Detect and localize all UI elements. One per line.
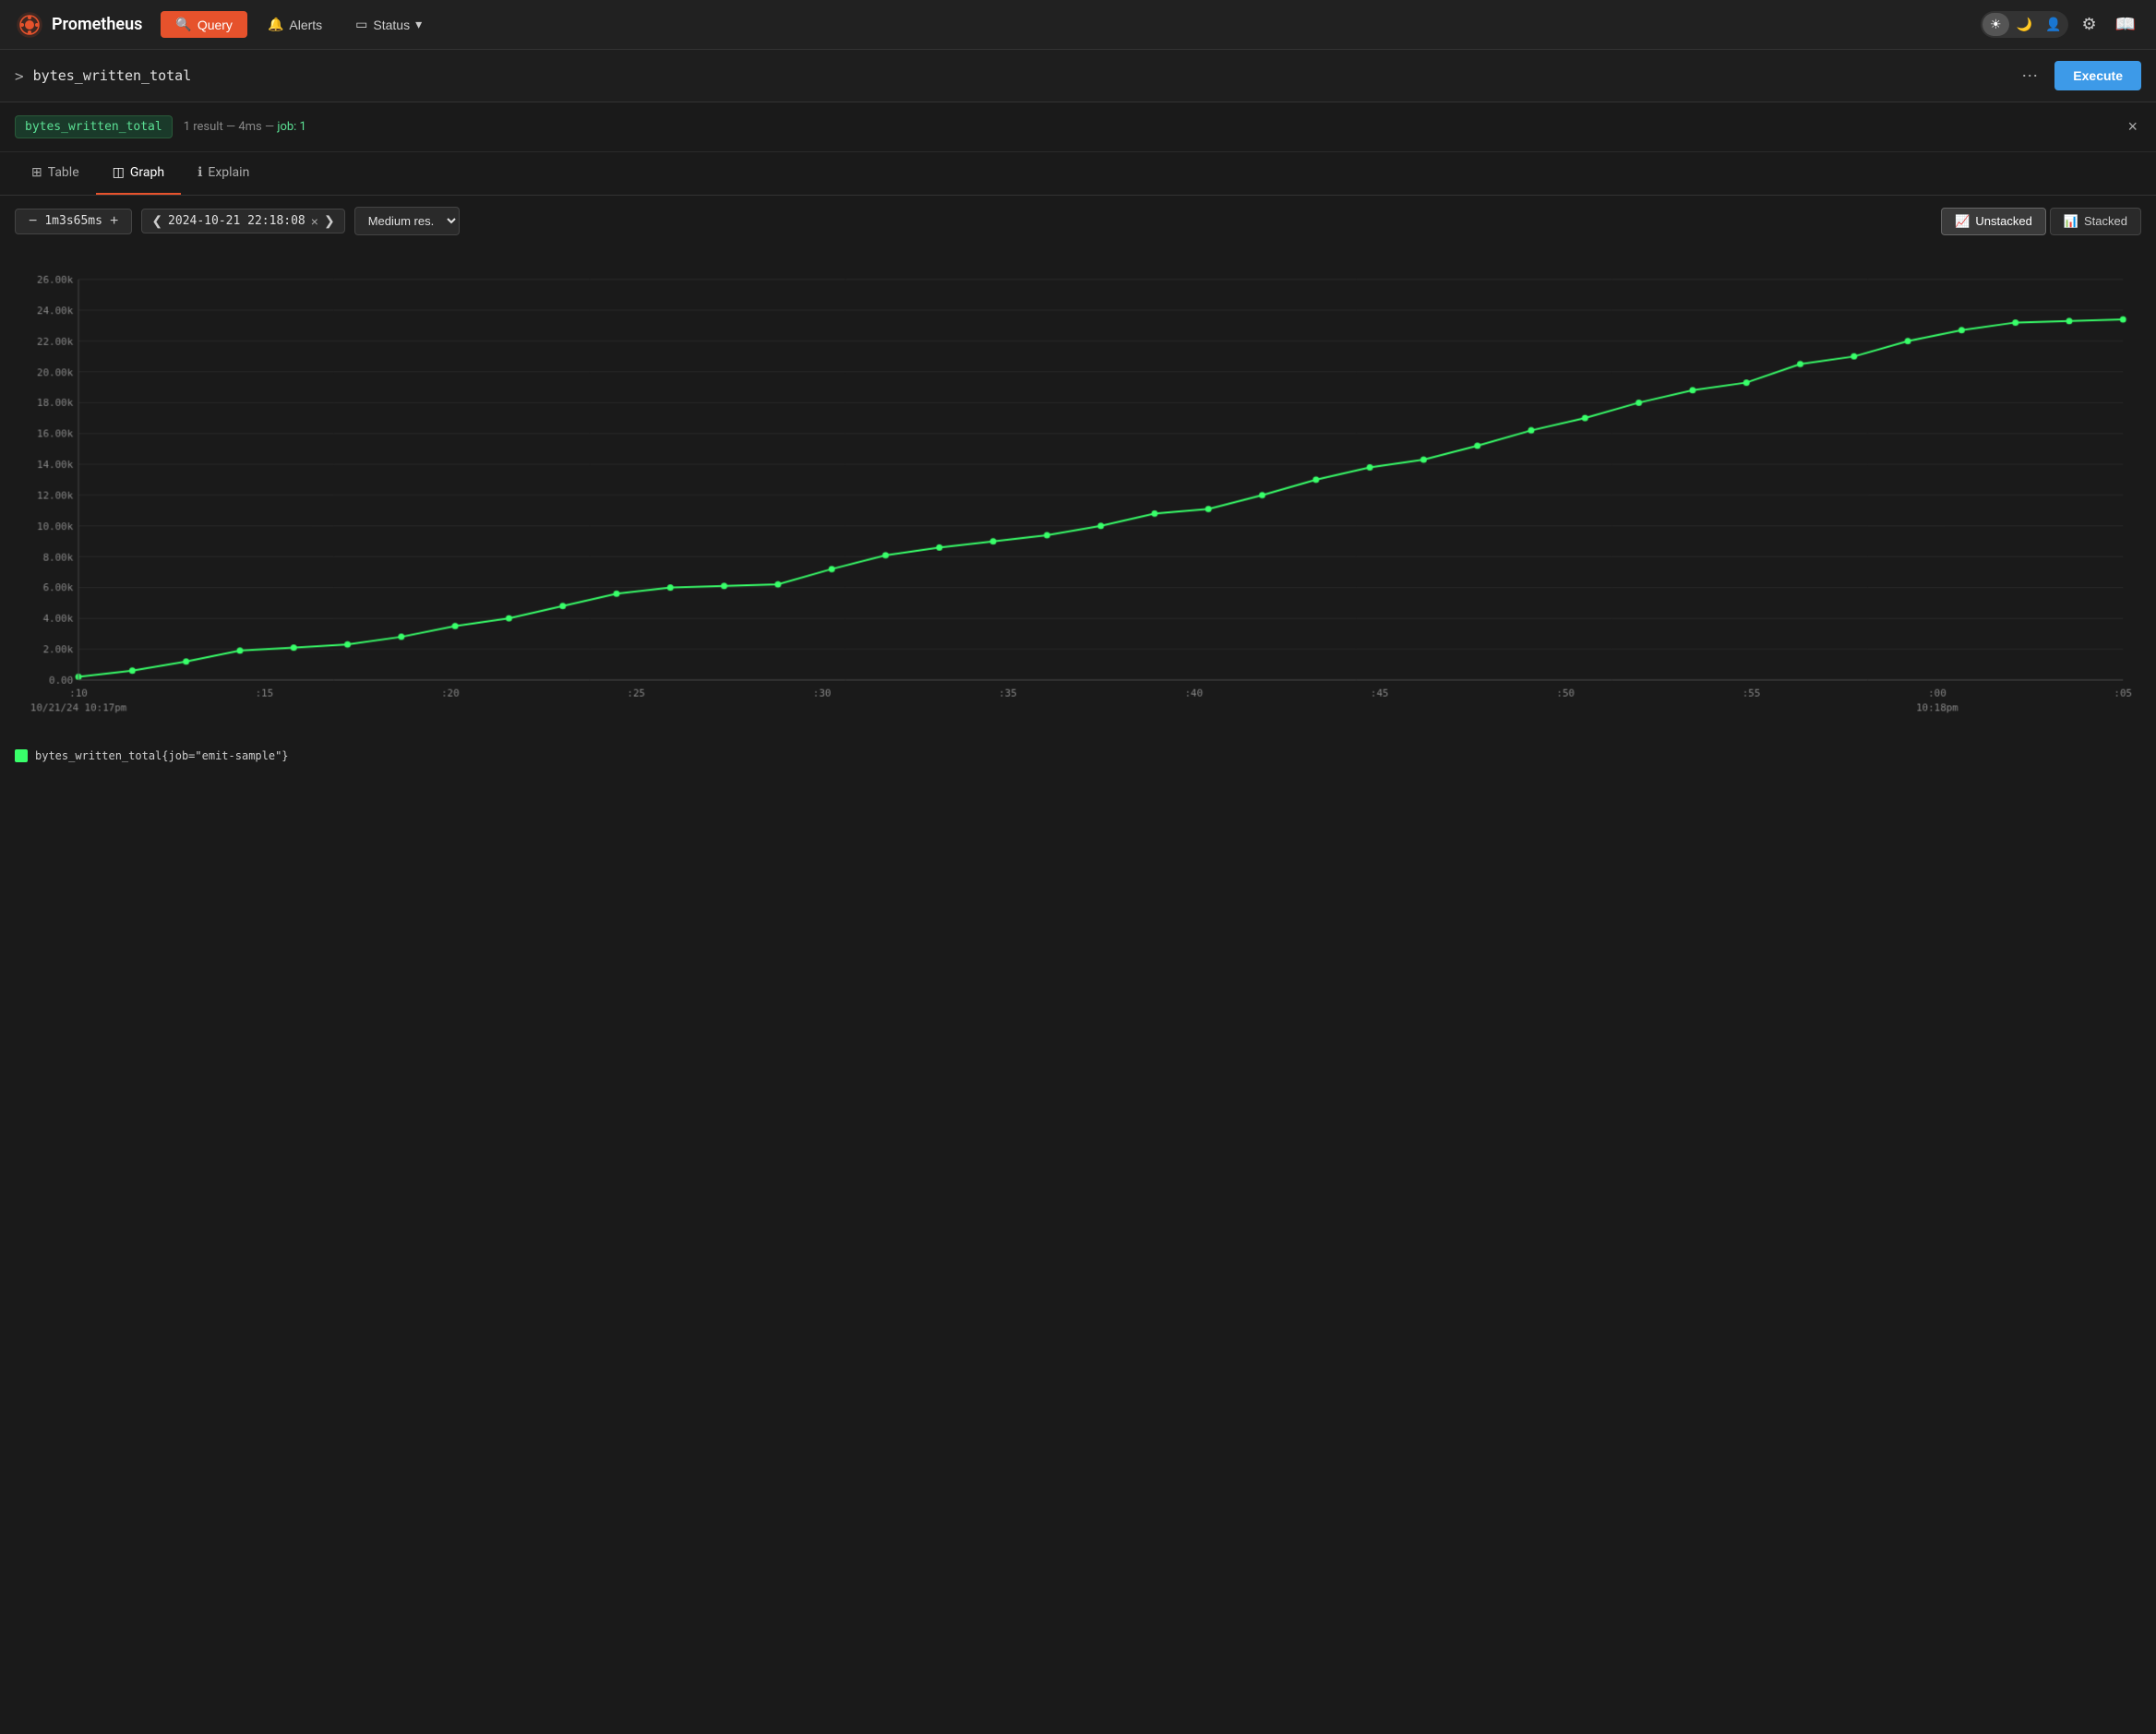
stacked-button[interactable]: 📊 Stacked [2050, 208, 2141, 235]
app-logo [15, 10, 44, 40]
range-increase-button[interactable]: + [106, 213, 122, 230]
help-button[interactable]: 📖 [2110, 9, 2141, 40]
info-icon: ℹ [198, 165, 202, 180]
query-nav-button[interactable]: 🔍 Query [161, 11, 247, 38]
line-chart [15, 261, 2141, 735]
status-nav-button[interactable]: ▭ Status ▾ [342, 11, 435, 38]
metric-badge: bytes_written_total [15, 115, 173, 138]
alerts-nav-button[interactable]: 🔔 Alerts [255, 11, 335, 38]
range-control: − 1m3s65ms + [15, 209, 132, 234]
unstacked-icon: 📈 [1955, 214, 1970, 229]
legend-color-swatch [15, 749, 28, 762]
execute-button[interactable]: Execute [2054, 61, 2141, 90]
legend-label: bytes_written_total{job="emit-sample"} [35, 749, 289, 762]
navbar: Prometheus 🔍 Query 🔔 Alerts ▭ Status ▾ ☀… [0, 0, 2156, 50]
tab-explain[interactable]: ℹ Explain [181, 152, 266, 195]
graph-controls: − 1m3s65ms + ❮ 2024-10-21 22:18:08 × ❯ L… [0, 196, 2156, 246]
dark-theme-button[interactable]: 🌙 [2009, 13, 2040, 36]
user-icon-button[interactable]: 👤 [2040, 13, 2066, 36]
theme-switcher: ☀ 🌙 👤 [1981, 11, 2068, 38]
table-icon: ⊞ [31, 165, 42, 180]
query-input[interactable] [33, 67, 2006, 84]
tab-table[interactable]: ⊞ Table [15, 152, 96, 195]
query-bar: > ⋯ Execute [0, 50, 2156, 102]
datetime-control: ❮ 2024-10-21 22:18:08 × ❯ [141, 209, 344, 233]
unstacked-button[interactable]: 📈 Unstacked [1941, 208, 2046, 235]
chevron-down-icon: ▾ [415, 17, 422, 32]
settings-button[interactable]: ⚙ [2076, 9, 2102, 40]
datetime-prev-button[interactable]: ❮ [151, 213, 162, 229]
range-decrease-button[interactable]: − [25, 213, 41, 230]
datetime-next-button[interactable]: ❯ [324, 213, 335, 229]
legend-area: bytes_written_total{job="emit-sample"} [0, 738, 2156, 777]
alerts-icon: 🔔 [268, 17, 283, 32]
app-title: Prometheus [52, 15, 142, 34]
query-icon: 🔍 [175, 17, 191, 32]
chart-container [0, 246, 2156, 738]
resolution-select[interactable]: Low res. Medium res. High res. [354, 207, 460, 235]
result-left: bytes_written_total 1 result — 4ms — job… [15, 115, 306, 138]
query-menu-button[interactable]: ⋯ [2014, 63, 2045, 90]
tab-graph[interactable]: ◫ Graph [96, 152, 181, 195]
stack-controls: 📈 Unstacked 📊 Stacked [1941, 208, 2141, 235]
result-area: bytes_written_total 1 result — 4ms — job… [0, 102, 2156, 152]
light-theme-button[interactable]: ☀ [1982, 13, 2009, 36]
navbar-right: ☀ 🌙 👤 ⚙ 📖 [1981, 9, 2141, 40]
datetime-clear-button[interactable]: × [311, 214, 318, 229]
range-value: 1m3s65ms [44, 214, 102, 228]
query-prompt: > [15, 67, 24, 85]
result-close-button[interactable]: × [2124, 117, 2141, 137]
datetime-value: 2024-10-21 22:18:08 [168, 214, 305, 228]
result-meta: 1 result — 4ms — job: 1 [184, 120, 306, 134]
status-icon: ▭ [355, 17, 367, 32]
tabs-bar: ⊞ Table ◫ Graph ℹ Explain [0, 152, 2156, 196]
graph-icon: ◫ [113, 165, 125, 180]
stacked-icon: 📊 [2064, 214, 2078, 229]
